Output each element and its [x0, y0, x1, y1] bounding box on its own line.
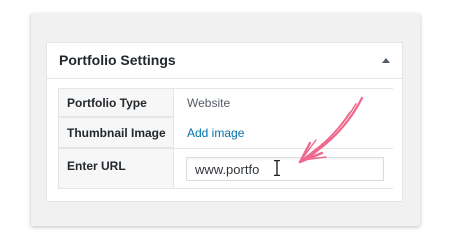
add-image-link[interactable]: Add image [187, 126, 244, 140]
field-row-thumbnail-image: Thumbnail Image Add image [58, 117, 393, 148]
field-label: Enter URL [67, 159, 126, 173]
field-row-enter-url: Enter URL [58, 148, 393, 189]
field-label-cell: Portfolio Type [58, 88, 174, 117]
metabox-header[interactable]: Portfolio Settings [47, 43, 402, 79]
text-cursor-icon [274, 160, 280, 176]
field-value-cell: Add image [174, 117, 393, 148]
field-label-cell: Thumbnail Image [58, 117, 174, 148]
field-value-cell [174, 148, 393, 189]
url-input[interactable] [186, 157, 384, 181]
metabox-title: Portfolio Settings [59, 52, 176, 68]
field-row-portfolio-type: Portfolio Type Website [58, 88, 393, 117]
field-label: Portfolio Type [67, 96, 147, 110]
portfolio-type-value: Website [187, 96, 231, 110]
triangle-up-icon[interactable] [382, 58, 390, 63]
field-label-cell: Enter URL [58, 148, 174, 189]
portfolio-settings-metabox: Portfolio Settings Portfolio Type Websit… [46, 42, 403, 202]
field-label: Thumbnail Image [67, 126, 166, 140]
field-value-cell: Website [174, 88, 393, 117]
